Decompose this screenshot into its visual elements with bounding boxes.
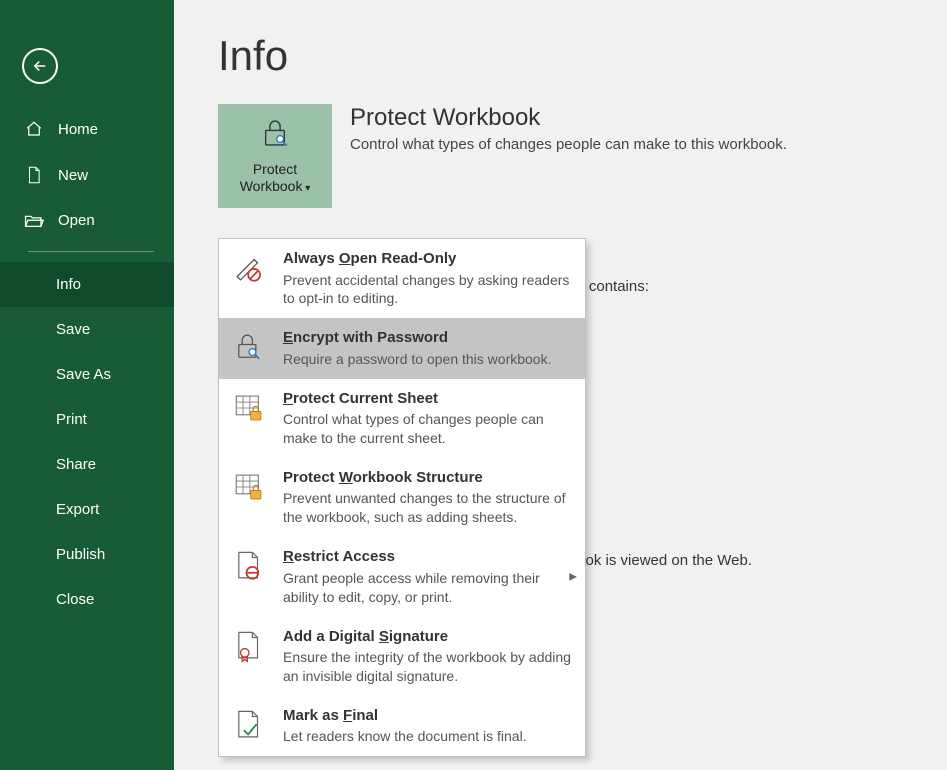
menu-mark-as-final[interactable]: Mark as Final Let readers know the docum… bbox=[219, 696, 585, 756]
nav-label: Print bbox=[56, 411, 87, 428]
pencil-prohibited-icon bbox=[231, 249, 267, 308]
nav-print[interactable]: Print bbox=[0, 397, 174, 442]
document-icon bbox=[24, 166, 44, 184]
protect-section: Protect Workbook ▾ Protect Workbook Cont… bbox=[218, 104, 947, 208]
menu-description: Ensure the integrity of the workbook by … bbox=[283, 648, 571, 686]
nav-secondary: Info Save Save As Print Share Export Pub… bbox=[0, 262, 174, 622]
menu-title: Add a Digital Signature bbox=[283, 627, 571, 647]
nav-save-as[interactable]: Save As bbox=[0, 352, 174, 397]
nav-close[interactable]: Close bbox=[0, 577, 174, 622]
nav-info[interactable]: Info bbox=[0, 262, 174, 307]
nav-label: New bbox=[58, 167, 88, 184]
nav-new[interactable]: New bbox=[0, 152, 174, 198]
lock-key-icon bbox=[231, 328, 267, 368]
menu-title: Protect Current Sheet bbox=[283, 389, 571, 409]
menu-description: Grant people access while removing their… bbox=[283, 569, 571, 607]
menu-description: Require a password to open this workbook… bbox=[283, 350, 571, 369]
home-icon bbox=[24, 120, 44, 138]
section-description: Control what types of changes people can… bbox=[350, 136, 787, 153]
menu-title: Always Open Read-Only bbox=[283, 249, 571, 269]
menu-title: Mark as Final bbox=[283, 706, 571, 726]
folder-open-icon bbox=[24, 213, 44, 229]
protect-workbook-button[interactable]: Protect Workbook ▾ bbox=[218, 104, 332, 208]
page-title: Info bbox=[218, 32, 947, 80]
nav-label: Home bbox=[58, 121, 98, 138]
nav-label: Info bbox=[56, 276, 81, 293]
document-ribbon-icon bbox=[231, 627, 267, 686]
nav-label: Save bbox=[56, 321, 90, 338]
sheet-lock-icon bbox=[231, 389, 267, 448]
menu-always-open-read-only[interactable]: Always Open Read-Only Prevent accidental… bbox=[219, 239, 585, 318]
section-heading: Protect Workbook bbox=[350, 104, 787, 132]
menu-description: Control what types of changes people can… bbox=[283, 410, 571, 448]
menu-protect-workbook-structure[interactable]: Protect Workbook Structure Prevent unwan… bbox=[219, 458, 585, 537]
nav-divider bbox=[28, 251, 154, 252]
menu-add-digital-signature[interactable]: Add a Digital Signature Ensure the integ… bbox=[219, 617, 585, 696]
menu-restrict-access[interactable]: Restrict Access Grant people access whil… bbox=[219, 537, 585, 616]
nav-open[interactable]: Open bbox=[0, 198, 174, 243]
nav-publish[interactable]: Publish bbox=[0, 532, 174, 577]
nav-label: Open bbox=[58, 212, 95, 229]
back-button[interactable] bbox=[22, 48, 58, 84]
button-label-line1: Protect bbox=[253, 161, 297, 179]
menu-protect-current-sheet[interactable]: Protect Current Sheet Control what types… bbox=[219, 379, 585, 458]
menu-description: Let readers know the document is final. bbox=[283, 727, 571, 746]
nav-save[interactable]: Save bbox=[0, 307, 174, 352]
button-label-line2: Workbook bbox=[240, 178, 303, 194]
nav-primary: Home New Open bbox=[0, 106, 174, 243]
protect-workbook-dropdown: Always Open Read-Only Prevent accidental… bbox=[218, 238, 586, 757]
nav-label: Export bbox=[56, 501, 99, 518]
lock-key-icon bbox=[258, 116, 292, 155]
nav-label: Save As bbox=[56, 366, 111, 383]
menu-description: Prevent unwanted changes to the structur… bbox=[283, 489, 571, 527]
submenu-arrow-icon: ▶ bbox=[569, 571, 577, 582]
menu-encrypt-with-password[interactable]: Encrypt with Password Require a password… bbox=[219, 318, 585, 378]
workbook-lock-icon bbox=[231, 468, 267, 527]
backstage-sidebar: Home New Open Info Save Save As Print Sh… bbox=[0, 0, 174, 770]
dropdown-caret-icon: ▾ bbox=[302, 183, 310, 194]
document-check-icon bbox=[231, 706, 267, 746]
arrow-left-icon bbox=[31, 57, 49, 75]
menu-title: Restrict Access bbox=[283, 547, 571, 567]
menu-title: Protect Workbook Structure bbox=[283, 468, 571, 488]
protect-section-text: Protect Workbook Control what types of c… bbox=[350, 104, 787, 208]
nav-label: Share bbox=[56, 456, 96, 473]
menu-description: Prevent accidental changes by asking rea… bbox=[283, 271, 571, 309]
nav-home[interactable]: Home bbox=[0, 106, 174, 152]
nav-label: Publish bbox=[56, 546, 105, 563]
document-restrict-icon bbox=[231, 547, 267, 606]
nav-label: Close bbox=[56, 591, 94, 608]
nav-share[interactable]: Share bbox=[0, 442, 174, 487]
nav-export[interactable]: Export bbox=[0, 487, 174, 532]
menu-title: Encrypt with Password bbox=[283, 328, 571, 348]
